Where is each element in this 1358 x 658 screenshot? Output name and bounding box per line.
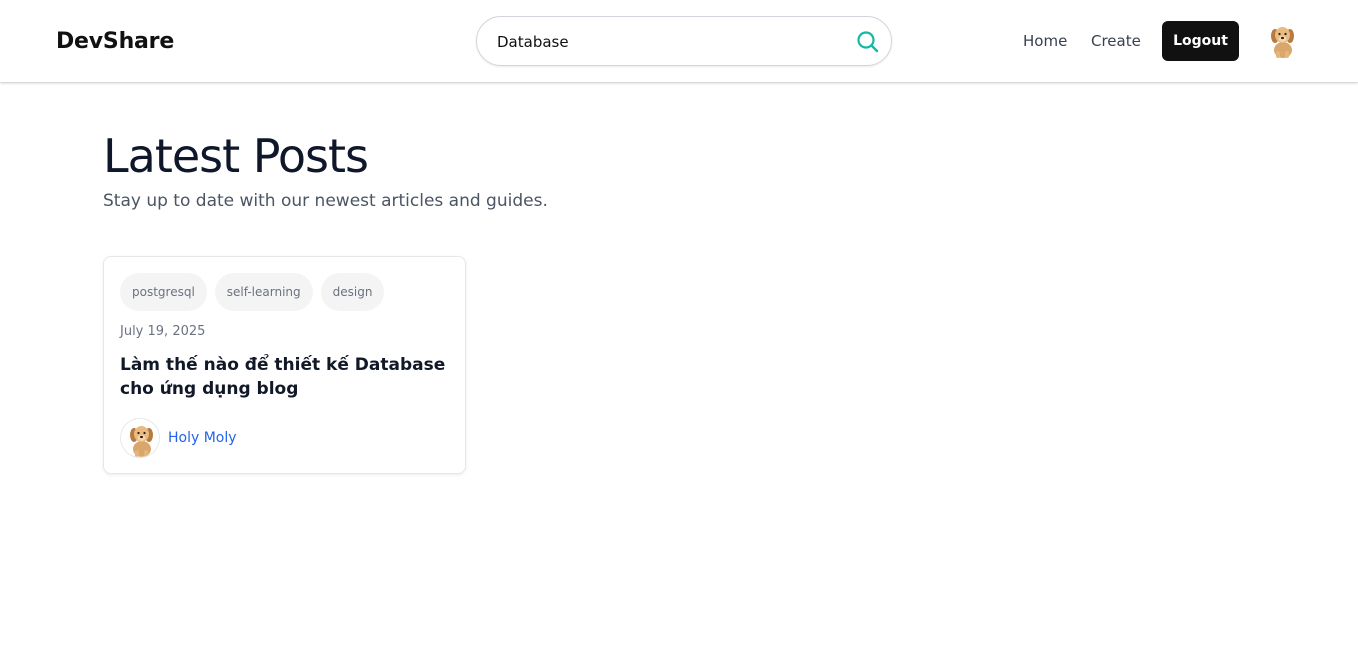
tag-chip[interactable]: self-learning — [214, 273, 313, 311]
brand-logo[interactable]: DevShare — [56, 28, 174, 56]
dog-avatar-icon — [1262, 20, 1302, 60]
post-date: July 19, 2025 — [120, 324, 206, 339]
author-avatar[interactable] — [120, 418, 160, 458]
author-name-link[interactable]: Holy Moly — [168, 428, 237, 448]
page-subtitle: Stay up to date with our newest articles… — [103, 191, 548, 211]
nav-create-link[interactable]: Create — [1091, 31, 1141, 51]
search-input[interactable] — [497, 29, 837, 55]
page-title: Latest Posts — [103, 129, 369, 183]
search-bar[interactable] — [476, 16, 892, 66]
logout-button[interactable]: Logout — [1162, 21, 1239, 61]
post-title[interactable]: Làm thế nào để thiết kế Database cho ứng… — [120, 353, 450, 401]
dog-avatar-icon — [121, 419, 159, 457]
top-navbar: DevShare Home Create Logout — [0, 0, 1358, 82]
post-author: Holy Moly — [120, 418, 237, 458]
search-icon[interactable] — [855, 29, 881, 55]
post-card[interactable]: postgresql self-learning design July 19,… — [103, 256, 466, 474]
tag-chip[interactable]: postgresql — [120, 273, 207, 311]
user-avatar[interactable] — [1262, 20, 1302, 60]
tag-chip[interactable]: design — [320, 273, 385, 311]
nav-home-link[interactable]: Home — [1023, 31, 1067, 51]
post-tags: postgresql self-learning design — [120, 273, 385, 311]
